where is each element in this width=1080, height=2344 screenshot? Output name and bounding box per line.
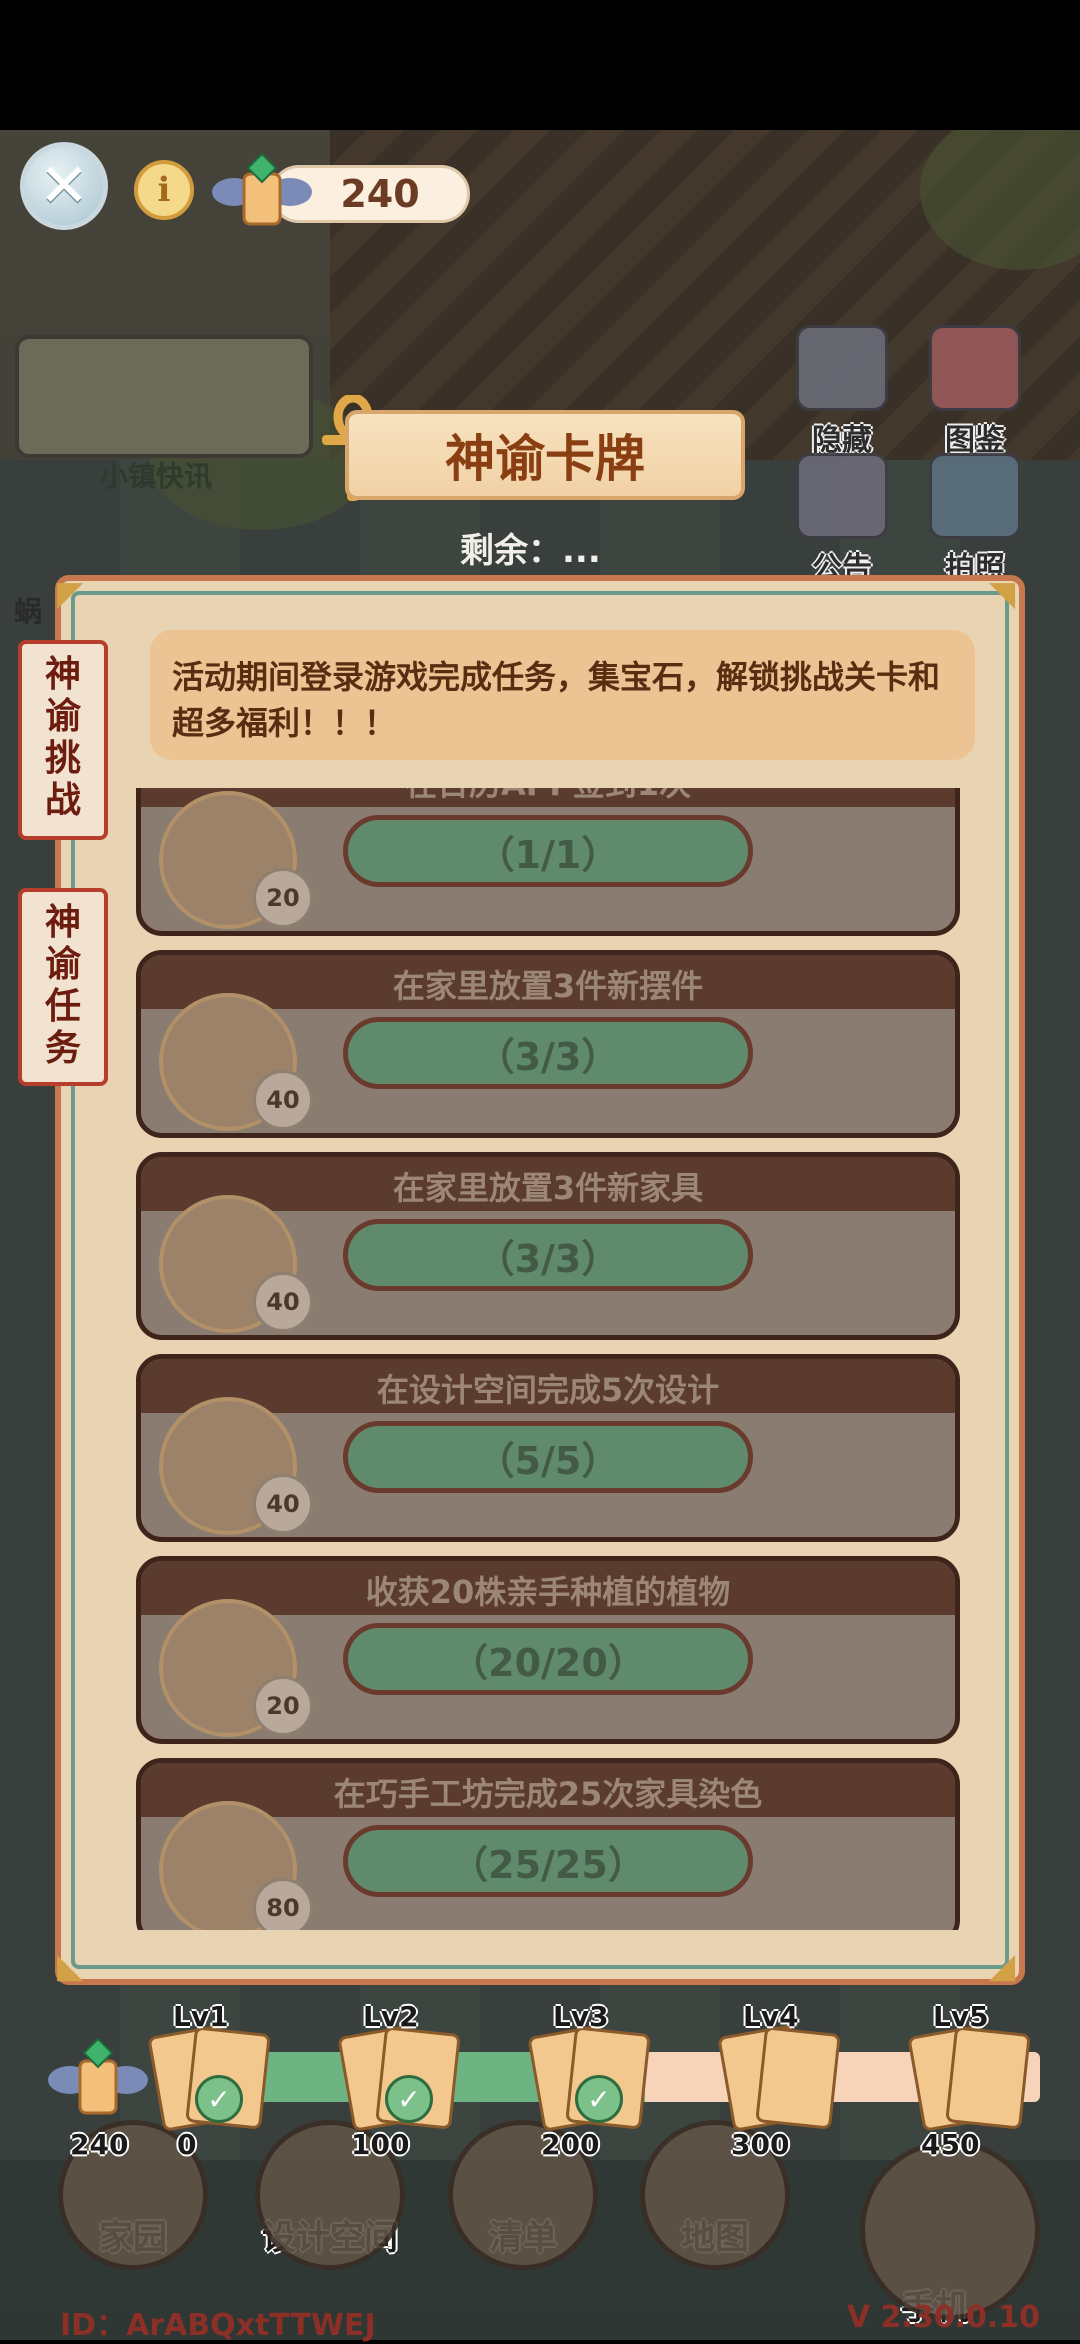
close-icon: ✕ xyxy=(38,151,90,221)
remaining-time: 剩余：... xyxy=(460,531,601,571)
hide-icon xyxy=(796,325,888,411)
tab-oracle-tasks[interactable]: 神谕任务 xyxy=(18,888,108,1086)
task-progress: （1/1） xyxy=(343,815,753,887)
claimed-check-icon: ✓ xyxy=(575,2075,623,2123)
task-reward: 40 xyxy=(253,1474,313,1534)
task-title: 在家里放置3件新家具 xyxy=(392,1169,704,1207)
oracle-card-icon[interactable] xyxy=(755,2026,841,2130)
scarab-gem-icon xyxy=(48,2037,148,2115)
info-icon: i xyxy=(157,170,171,210)
level-label: Lv2 xyxy=(363,2000,419,2033)
announcement-icon xyxy=(796,453,888,539)
corner-ornament: ◤ xyxy=(57,574,84,614)
task-item: 在家里放置3件新摆件 40 （3/3） xyxy=(136,950,960,1138)
player-id: ID：ArABQxtTTWEJ xyxy=(60,2308,376,2343)
album-button[interactable]: 图鉴 xyxy=(920,325,1030,459)
task-reward: 40 xyxy=(253,1070,313,1130)
page-title: 神谕卡牌 xyxy=(345,410,745,500)
task-progress: （5/5） xyxy=(343,1421,753,1493)
task-item: 在设计空间完成5次设计 40 （5/5） xyxy=(136,1354,960,1542)
corner-ornament: ◣ xyxy=(57,1946,84,1986)
camera-button[interactable]: 拍照 xyxy=(920,453,1030,587)
task-item: 收获20株亲手种植的植物 20 （20/20） xyxy=(136,1556,960,1744)
album-icon xyxy=(929,325,1021,411)
claimed-check-icon: ✓ xyxy=(195,2075,243,2123)
level-threshold: 200 xyxy=(541,2128,600,2161)
hide-button[interactable]: 隐藏 xyxy=(787,325,897,459)
level-threshold: 100 xyxy=(351,2128,410,2161)
task-progress: （3/3） xyxy=(343,1017,753,1089)
news-thumbnail[interactable] xyxy=(15,335,313,458)
version-label: V 2.30.0.10 xyxy=(846,2300,1040,2335)
level-label: Lv5 xyxy=(933,2000,989,2033)
level-threshold: 300 xyxy=(731,2128,790,2161)
tab-oracle-challenge[interactable]: 神谕挑战 xyxy=(18,640,108,840)
phone-icon xyxy=(860,2140,1040,2320)
close-button[interactable]: ✕ xyxy=(20,142,108,230)
camera-icon xyxy=(929,453,1021,539)
corner-ornament: ◢ xyxy=(989,1946,1016,1986)
corner-ornament: ◥ xyxy=(989,574,1016,614)
task-reward: 40 xyxy=(253,1272,313,1332)
task-title: 收获20株亲手种植的植物 xyxy=(365,1573,731,1611)
event-notice: 活动期间登录游戏完成任务，集宝石，解锁挑战关卡和超多福利！！！ xyxy=(150,630,975,760)
info-button[interactable]: i xyxy=(134,160,194,220)
task-item: 在家里放置3件新家具 40 （3/3） xyxy=(136,1152,960,1340)
task-reward: 20 xyxy=(253,868,313,928)
scarab-gem-icon xyxy=(212,152,312,226)
level-threshold: 450 xyxy=(921,2128,980,2161)
oracle-card-icon[interactable] xyxy=(945,2026,1031,2130)
level-label: Lv3 xyxy=(553,2000,609,2033)
level-threshold: 0 xyxy=(177,2128,197,2161)
task-title: 在巧手工坊完成25次家具染色 xyxy=(333,1775,763,1813)
task-progress: （25/25） xyxy=(343,1825,753,1897)
news-label: 小镇快讯 xyxy=(100,460,213,493)
task-title: 在设计空间完成5次设计 xyxy=(376,1371,720,1409)
claimed-check-icon: ✓ xyxy=(385,2075,433,2123)
task-reward: 20 xyxy=(253,1676,313,1736)
level-label: Lv1 xyxy=(173,2000,229,2033)
announcement-button[interactable]: 公告 xyxy=(787,453,897,587)
left-partial-label: 蜗 xyxy=(14,595,43,628)
current-gem-value: 240 xyxy=(70,2128,129,2161)
task-progress: （20/20） xyxy=(343,1623,753,1695)
task-reward: 80 xyxy=(253,1878,313,1930)
task-item: 在日历APP签到1次 20 （1/1） xyxy=(136,788,960,936)
level-label: Lv4 xyxy=(743,2000,799,2033)
task-item: 在巧手工坊完成25次家具染色 80 （25/25） xyxy=(136,1758,960,1930)
task-title: 在家里放置3件新摆件 xyxy=(392,967,704,1005)
task-list[interactable]: 在日历APP签到1次 20 （1/1） 在家里放置3件新摆件 40 （3/3） … xyxy=(136,788,960,1930)
task-progress: （3/3） xyxy=(343,1219,753,1291)
